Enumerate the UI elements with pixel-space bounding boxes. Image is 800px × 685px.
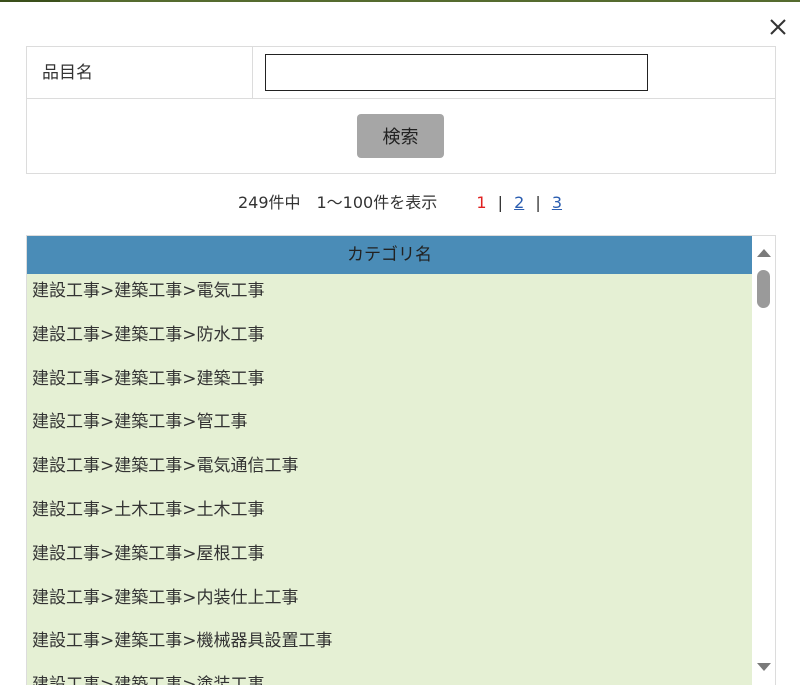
page-separator: | [497,193,503,212]
category-item[interactable]: 建設工事>建築工事>内装仕上工事 [27,581,752,625]
category-list: カテゴリ名 建設工事>建築工事>電気工事 建設工事>建築工事>防水工事 建設工事… [26,235,776,685]
search-button[interactable]: 検索 [357,114,444,158]
pagination: 249件中 1～100件を表示 1 | 2 | 3 [0,190,800,216]
close-icon [770,19,786,35]
scroll-up-arrow-icon[interactable] [757,249,771,257]
search-form: 品目名 検索 [26,46,776,174]
page-separator: | [535,193,541,212]
page-1-current: 1 [476,193,487,212]
page-3-link[interactable]: 3 [552,193,562,212]
category-item[interactable]: 建設工事>建築工事>屋根工事 [27,537,752,581]
item-name-row: 品目名 [27,47,775,99]
top-border [0,0,800,2]
category-item[interactable]: 建設工事>建築工事>機械器具設置工事 [27,624,752,668]
category-item[interactable]: 建設工事>建築工事>電気通信工事 [27,449,752,493]
category-column-header: カテゴリ名 [27,236,752,274]
category-item[interactable]: 建設工事>建築工事>防水工事 [27,318,752,362]
category-list-body[interactable]: 建設工事>建築工事>電気工事 建設工事>建築工事>防水工事 建設工事>建築工事>… [27,274,752,685]
category-item[interactable]: 建設工事>土木工事>土木工事 [27,493,752,537]
category-item[interactable]: 建設工事>建築工事>電気工事 [27,274,752,318]
category-item[interactable]: 建設工事>建築工事>塗装工事 [27,668,752,685]
category-item[interactable]: 建設工事>建築工事>管工事 [27,405,752,449]
scroll-thumb[interactable] [757,270,770,308]
scroll-down-arrow-icon[interactable] [757,663,771,671]
category-item[interactable]: 建設工事>建築工事>建築工事 [27,362,752,406]
item-name-label: 品目名 [27,47,253,99]
top-border-accent [0,0,60,2]
close-button[interactable] [765,14,791,40]
page-2-link[interactable]: 2 [514,193,524,212]
result-count: 249件中 1～100件を表示 [237,193,438,212]
item-name-input[interactable] [265,54,648,91]
search-button-row: 検索 [27,99,775,173]
list-scrollbar[interactable] [752,236,775,685]
